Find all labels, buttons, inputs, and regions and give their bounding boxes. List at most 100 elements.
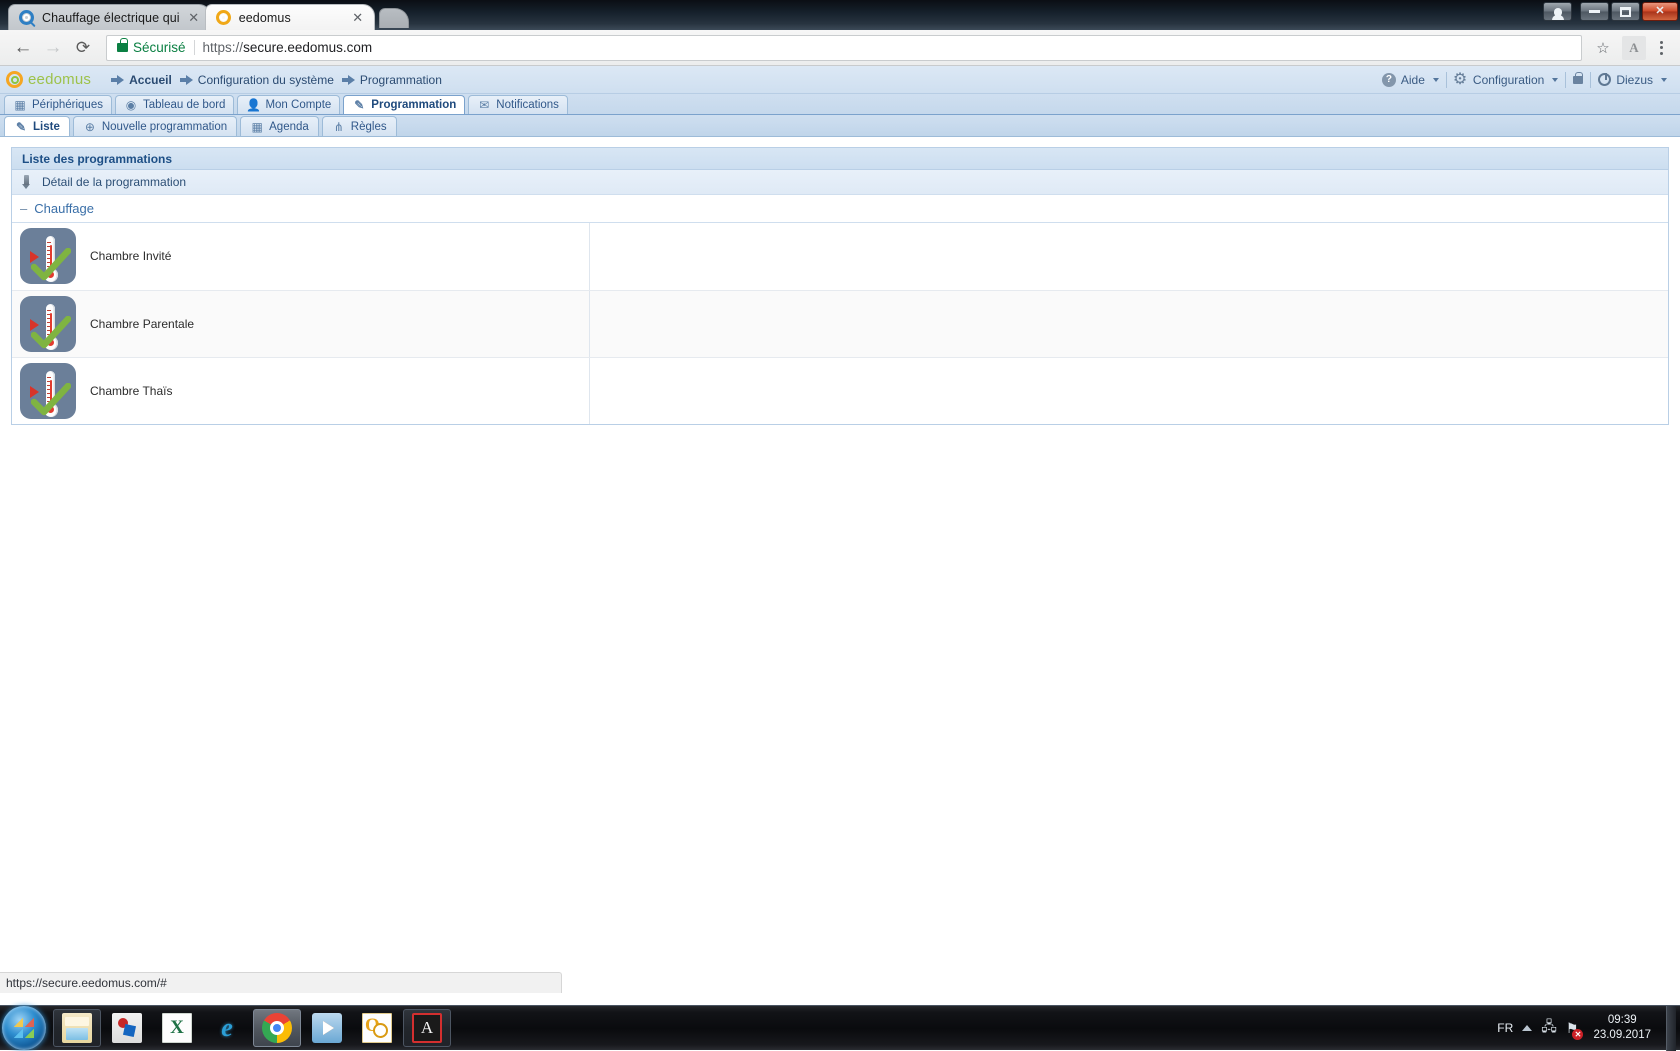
program-icon-cell — [12, 223, 84, 290]
maximize-button[interactable] — [1611, 2, 1640, 21]
user-menu[interactable]: Diezus — [1591, 73, 1674, 87]
table-row[interactable]: Chambre Thaïs — [12, 357, 1668, 424]
tab-notifications[interactable]: ✉ Notifications — [468, 95, 568, 114]
wand-icon: ✎ — [14, 120, 28, 134]
power-icon — [1598, 73, 1611, 86]
browser-titlebar: Chauffage électrique qui ✕ eedomus ✕ ✕ — [0, 0, 1680, 30]
wand-icon: ✎ — [352, 98, 366, 112]
program-detail-cell — [589, 357, 1668, 424]
group-header-chauffage[interactable]: – Chauffage — [12, 195, 1668, 223]
subtab-liste[interactable]: ✎ Liste — [4, 116, 70, 136]
eedomus-logo-text: eedomus — [28, 71, 91, 88]
taskbar-items: X e A — [53, 1009, 451, 1047]
eedomus-app: eedomus Accueil Configuration du système… — [0, 66, 1680, 425]
program-name: Chambre Thaïs — [84, 357, 589, 424]
taskbar-item-google-chrome[interactable] — [253, 1009, 301, 1047]
rules-icon: ⋔ — [332, 120, 346, 134]
collapse-icon[interactable]: – — [20, 202, 27, 215]
network-icon[interactable]: 🖧 — [1541, 1016, 1557, 1040]
taskbar-item-windows-explorer[interactable] — [53, 1009, 101, 1047]
breadcrumb-item-programmation[interactable]: Programmation — [340, 73, 444, 87]
eedomus-logo[interactable]: eedomus — [6, 71, 91, 88]
chrome-icon — [262, 1013, 292, 1043]
taskbar-item-microsoft-outlook[interactable] — [353, 1009, 401, 1047]
app-header: eedomus Accueil Configuration du système… — [0, 66, 1680, 94]
configuration-menu[interactable]: Configuration — [1447, 73, 1565, 87]
language-indicator[interactable]: FR — [1497, 1021, 1513, 1035]
subtab-agenda-label: Agenda — [269, 121, 309, 133]
thermostat-program-icon — [20, 228, 76, 284]
browser-tab-1-close-icon[interactable]: ✕ — [186, 10, 202, 26]
address-bar[interactable]: Sécurisé https://secure.eedomus.com — [106, 35, 1582, 61]
eedomus-favicon-icon — [216, 10, 232, 26]
tab-tableau-de-bord[interactable]: ◉ Tableau de bord — [115, 95, 234, 114]
subtab-regles-label: Règles — [351, 121, 387, 133]
subtab-regles[interactable]: ⋔ Règles — [322, 116, 397, 136]
taskbar-item-windows-media-player[interactable] — [303, 1009, 351, 1047]
programmations-panel: Liste des programmations Détail de la pr… — [11, 147, 1669, 425]
tab-programmation[interactable]: ✎ Programmation — [343, 95, 465, 114]
new-tab-button[interactable] — [379, 8, 409, 28]
action-center-badge: ✕ — [1572, 1029, 1583, 1040]
browser-tab-2-close-icon[interactable]: ✕ — [350, 10, 366, 26]
panel-subheader[interactable]: Détail de la programmation — [12, 170, 1668, 195]
subtab-liste-label: Liste — [33, 121, 60, 133]
tab-mon-compte-label: Mon Compte — [265, 99, 331, 111]
breadcrumb-item-configuration[interactable]: Configuration du système — [178, 73, 336, 87]
secure-session-indicator[interactable] — [1566, 76, 1590, 84]
security-label: Sécurisé — [133, 40, 186, 55]
subtab-nouvelle-programmation[interactable]: ⊕ Nouvelle programmation — [73, 116, 237, 136]
system-tray: FR 🖧 ⚑✕ 09:39 23.09.2017 — [1497, 1006, 1680, 1051]
group-header-label: Chauffage — [34, 201, 94, 216]
browser-toolbar: ← → ⟳ Sécurisé https://secure.eedomus.co… — [0, 30, 1680, 66]
tab-peripheriques-label: Périphériques — [32, 99, 103, 111]
folder-icon — [62, 1013, 92, 1043]
taskbar-item-adobe-reader[interactable]: A — [403, 1009, 451, 1047]
adobe-extension-icon[interactable]: A — [1622, 36, 1646, 60]
chrome-menu-icon[interactable] — [1650, 35, 1672, 61]
minimize-button[interactable] — [1580, 2, 1609, 21]
main-tab-bar: ▦ Périphériques ◉ Tableau de bord 👤 Mon … — [0, 94, 1680, 115]
browser-tab-1[interactable]: Chauffage électrique qui ✕ — [8, 4, 211, 30]
taskbar-item-microsoft-excel[interactable]: X — [153, 1009, 201, 1047]
show-desktop-button[interactable] — [1666, 1006, 1676, 1051]
breadcrumb: Accueil Configuration du système Program… — [109, 73, 444, 87]
calendar-icon: ▦ — [250, 120, 264, 134]
chevron-down-icon — [1661, 78, 1667, 82]
media-player-icon — [312, 1013, 342, 1043]
user-menu-label: Diezus — [1616, 73, 1653, 87]
taskbar-item-paint-app[interactable] — [103, 1009, 151, 1047]
start-button[interactable] — [2, 1006, 46, 1050]
browser-tab-2-label: eedomus — [239, 11, 344, 25]
chevron-down-icon — [1552, 78, 1558, 82]
clock-time: 09:39 — [1608, 1013, 1637, 1028]
browser-tab-2[interactable]: eedomus ✕ — [205, 4, 375, 30]
tab-mon-compte[interactable]: 👤 Mon Compte — [237, 95, 340, 114]
bookmark-star-icon[interactable]: ☆ — [1590, 35, 1616, 61]
search-favicon-icon — [19, 10, 35, 26]
back-button[interactable]: ← — [8, 33, 38, 63]
browser-status-bar: https://secure.eedomus.com/# — [0, 972, 562, 993]
close-button[interactable]: ✕ — [1642, 2, 1678, 21]
show-hidden-icons-icon[interactable] — [1522, 1025, 1532, 1031]
forward-button[interactable]: → — [38, 33, 68, 63]
breadcrumb-item-accueil[interactable]: Accueil — [109, 73, 174, 87]
clock[interactable]: 09:39 23.09.2017 — [1587, 1013, 1657, 1043]
action-center-flag-icon[interactable]: ⚑✕ — [1566, 1020, 1579, 1037]
table-row[interactable]: Chambre Invité — [12, 223, 1668, 290]
header-right-menu: ? Aide Configuration Diezus — [1375, 72, 1674, 88]
table-row[interactable]: Chambre Parentale — [12, 290, 1668, 357]
clock-date: 23.09.2017 — [1593, 1028, 1651, 1043]
tab-notifications-label: Notifications — [496, 99, 559, 111]
window-controls: ✕ — [1543, 2, 1678, 21]
taskbar-item-internet-explorer[interactable]: e — [203, 1009, 251, 1047]
breadcrumb-item-programmation-label: Programmation — [360, 73, 442, 87]
subtab-agenda[interactable]: ▦ Agenda — [240, 116, 319, 136]
user-profile-button[interactable] — [1543, 2, 1572, 21]
url-host: secure.eedomus.com — [243, 40, 372, 55]
page-content: Liste des programmations Détail de la pr… — [0, 137, 1680, 425]
thermostat-program-icon — [20, 363, 76, 419]
help-menu[interactable]: ? Aide — [1375, 73, 1446, 87]
reload-button[interactable]: ⟳ — [68, 33, 98, 63]
tab-peripheriques[interactable]: ▦ Périphériques — [4, 95, 112, 114]
